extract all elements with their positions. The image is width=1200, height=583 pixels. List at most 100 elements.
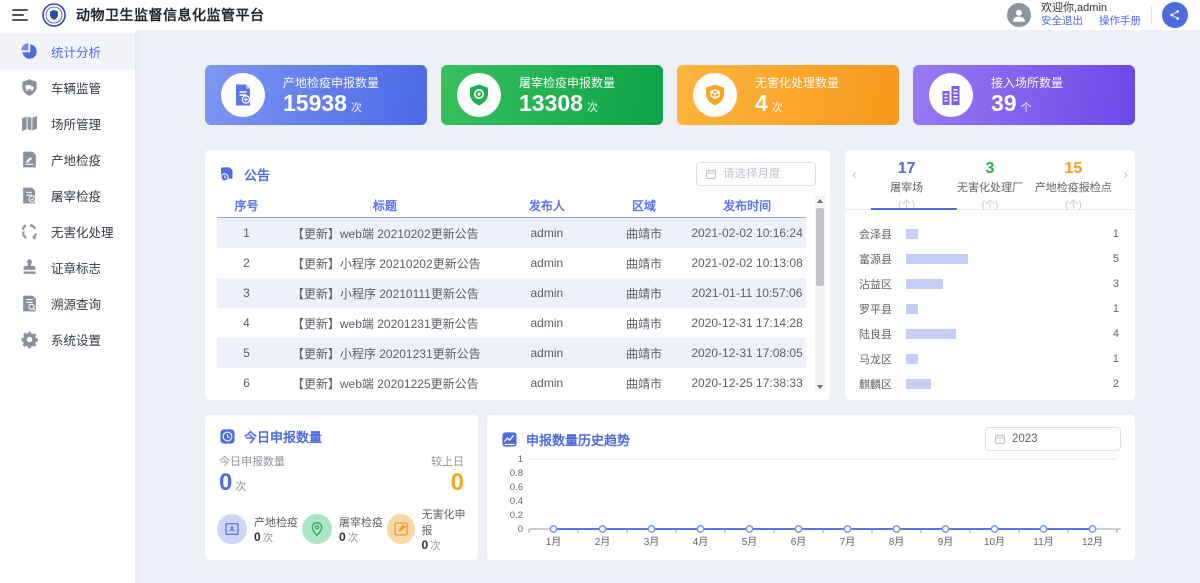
sidebar-item-label: 车辆监管 bbox=[51, 78, 101, 97]
table-cell: admin bbox=[494, 256, 600, 270]
welcome-text: 欢迎你,admin bbox=[1041, 2, 1141, 16]
announcement-row[interactable]: 3【更新】小程序 20210111更新公告admin曲靖市2021-01-11 … bbox=[217, 278, 806, 308]
sidebar-item-3[interactable]: 场所管理 bbox=[0, 105, 135, 141]
sidebar-item-5[interactable]: 屠宰检疫 bbox=[0, 177, 135, 213]
bar bbox=[906, 329, 956, 339]
share-button[interactable] bbox=[1162, 2, 1188, 28]
stat-card-4[interactable]: 接入场所数量39个 bbox=[913, 65, 1135, 125]
stat-card-unit: 次 bbox=[587, 102, 598, 114]
main-content: 产地检疫申报数量15938次屠宰检疫申报数量13308次无害化处理数量4次接入场… bbox=[135, 30, 1200, 583]
table-cell: 2020-12-25 17:38:33 bbox=[688, 376, 806, 390]
facility-tab-label: 产地检疫报检点 bbox=[1032, 179, 1115, 195]
today-mini-stat-3: 无害化申报0次 bbox=[387, 506, 472, 553]
bar bbox=[906, 354, 918, 364]
month-picker-input[interactable] bbox=[723, 168, 807, 180]
bar-value: 4 bbox=[1105, 328, 1119, 340]
stat-card-label: 屠宰检疫申报数量 bbox=[519, 74, 615, 91]
table-cell: 1 bbox=[217, 226, 276, 240]
app-logo bbox=[42, 3, 66, 27]
month-picker[interactable] bbox=[696, 162, 816, 186]
facility-tab-3[interactable]: 15产地检疫报检点(个) bbox=[1032, 160, 1115, 211]
year-picker-input[interactable] bbox=[1012, 433, 1096, 445]
table-cell: 曲靖市 bbox=[600, 285, 688, 302]
stat-card-2[interactable]: 屠宰检疫申报数量13308 次 bbox=[441, 65, 663, 125]
table-cell: 5 bbox=[217, 346, 276, 360]
sidebar-item-7[interactable]: 证章标志 bbox=[0, 249, 135, 285]
announcement-row[interactable]: 2【更新】小程序 20210202更新公告admin曲靖市2021-02-02 … bbox=[217, 248, 806, 278]
announcement-icon bbox=[219, 166, 236, 183]
document-search-icon bbox=[20, 294, 39, 313]
sidebar-item-2[interactable]: 车辆监管 bbox=[0, 69, 135, 105]
region-bar-chart: 会泽县1富源县5沾益区3罗平县1陆良县4马龙区1麒麟区2 bbox=[845, 210, 1135, 396]
bar-category-label: 富源县 bbox=[859, 251, 906, 267]
logout-link[interactable]: 安全退出 bbox=[1041, 15, 1083, 28]
manual-link[interactable]: 操作手册 bbox=[1099, 15, 1141, 28]
column-header: 序号 bbox=[217, 197, 276, 214]
stat-card-label: 无害化处理数量 bbox=[755, 74, 839, 91]
svg-text:10月: 10月 bbox=[984, 536, 1005, 548]
facility-tab-label: 屠宰场 bbox=[865, 179, 948, 195]
table-scrollbar[interactable] bbox=[815, 196, 825, 392]
today-count-unit: 次 bbox=[235, 481, 246, 493]
table-cell: 2020-12-31 17:14:28 bbox=[688, 316, 806, 330]
stat-card-unit: 次 bbox=[772, 102, 783, 114]
facility-tab-2[interactable]: 3无害化处理厂(个) bbox=[948, 160, 1031, 211]
announcement-row[interactable]: 4【更新】web端 20201231更新公告admin曲靖市2020-12-31… bbox=[217, 308, 806, 338]
announcement-row[interactable]: 1【更新】web端 20210202更新公告admin曲靖市2021-02-02… bbox=[217, 218, 806, 248]
mini-stat-value: 0 bbox=[339, 530, 346, 544]
table-cell: 2 bbox=[217, 256, 276, 270]
prev-chevron-icon[interactable]: ‹ bbox=[852, 166, 857, 182]
table-cell: 2021-02-02 10:16:24 bbox=[688, 226, 806, 240]
svg-text:9月: 9月 bbox=[938, 536, 954, 548]
next-chevron-icon[interactable]: › bbox=[1123, 166, 1128, 182]
table-header-row: 序号标题发布人区域发布时间 bbox=[217, 194, 806, 218]
table-cell: 曲靖市 bbox=[600, 225, 688, 242]
table-cell: 【更新】web端 20201231更新公告 bbox=[276, 315, 494, 332]
map-icon bbox=[20, 114, 39, 133]
stat-card-3[interactable]: 无害化处理数量4次 bbox=[677, 65, 899, 125]
sidebar-item-label: 屠宰检疫 bbox=[51, 186, 101, 205]
table-cell: 曲靖市 bbox=[600, 315, 688, 332]
mini-stat-unit: 次 bbox=[430, 540, 441, 552]
bar-row: 马龙区1 bbox=[859, 346, 1119, 371]
sidebar-item-8[interactable]: 溯源查询 bbox=[0, 285, 135, 321]
active-tab-underline bbox=[871, 208, 957, 210]
scroll-up-icon[interactable] bbox=[815, 196, 825, 206]
facility-tab-1[interactable]: 17屠宰场(个) bbox=[865, 160, 948, 211]
sidebar-item-label: 产地检疫 bbox=[51, 150, 101, 169]
sidebar-item-6[interactable]: 无害化处理 bbox=[0, 213, 135, 249]
svg-text:0.6: 0.6 bbox=[510, 482, 523, 493]
stat-card-1[interactable]: 产地检疫申报数量15938次 bbox=[205, 65, 427, 125]
svg-text:12月: 12月 bbox=[1082, 536, 1103, 548]
stat-card-label: 产地检疫申报数量 bbox=[283, 74, 379, 91]
announcement-row[interactable]: 6【更新】web端 20201225更新公告admin曲靖市2020-12-25… bbox=[217, 368, 806, 394]
bar-category-label: 沾益区 bbox=[859, 276, 906, 292]
svg-text:3月: 3月 bbox=[644, 536, 660, 548]
announcement-row[interactable]: 5【更新】小程序 20201231更新公告admin曲靖市2020-12-31 … bbox=[217, 338, 806, 368]
table-cell: 【更新】web端 20210202更新公告 bbox=[276, 225, 494, 242]
table-cell: 4 bbox=[217, 316, 276, 330]
shield-check-icon bbox=[457, 73, 501, 117]
facility-tab-value: 17 bbox=[865, 160, 948, 178]
svg-text:0.2: 0.2 bbox=[510, 510, 523, 521]
recycle-icon bbox=[20, 222, 39, 241]
clock-icon bbox=[219, 428, 236, 445]
sidebar-item-4[interactable]: 产地检疫 bbox=[0, 141, 135, 177]
stat-card-value: 13308 bbox=[519, 90, 583, 116]
table-cell: 曲靖市 bbox=[600, 345, 688, 362]
mini-stat-label: 产地检疫 bbox=[254, 514, 298, 530]
scrollbar-thumb[interactable] bbox=[816, 208, 824, 286]
bar-row: 富源县5 bbox=[859, 246, 1119, 271]
sidebar-item-9[interactable]: 系统设置 bbox=[0, 321, 135, 357]
year-picker[interactable] bbox=[985, 427, 1121, 451]
trend-chart-icon bbox=[501, 431, 518, 448]
sidebar-item-1[interactable]: 统计分析 bbox=[0, 33, 135, 69]
shield-box-icon bbox=[693, 73, 737, 117]
menu-toggle-icon[interactable] bbox=[12, 6, 28, 24]
scroll-down-icon[interactable] bbox=[815, 382, 825, 392]
vs-yesterday-label: 较上日 bbox=[431, 453, 464, 469]
bar bbox=[906, 304, 918, 314]
today-panel-title: 今日申报数量 bbox=[244, 427, 322, 446]
vs-yesterday-value: 0 bbox=[431, 469, 464, 497]
facility-tab-label: 无害化处理厂 bbox=[948, 179, 1031, 195]
